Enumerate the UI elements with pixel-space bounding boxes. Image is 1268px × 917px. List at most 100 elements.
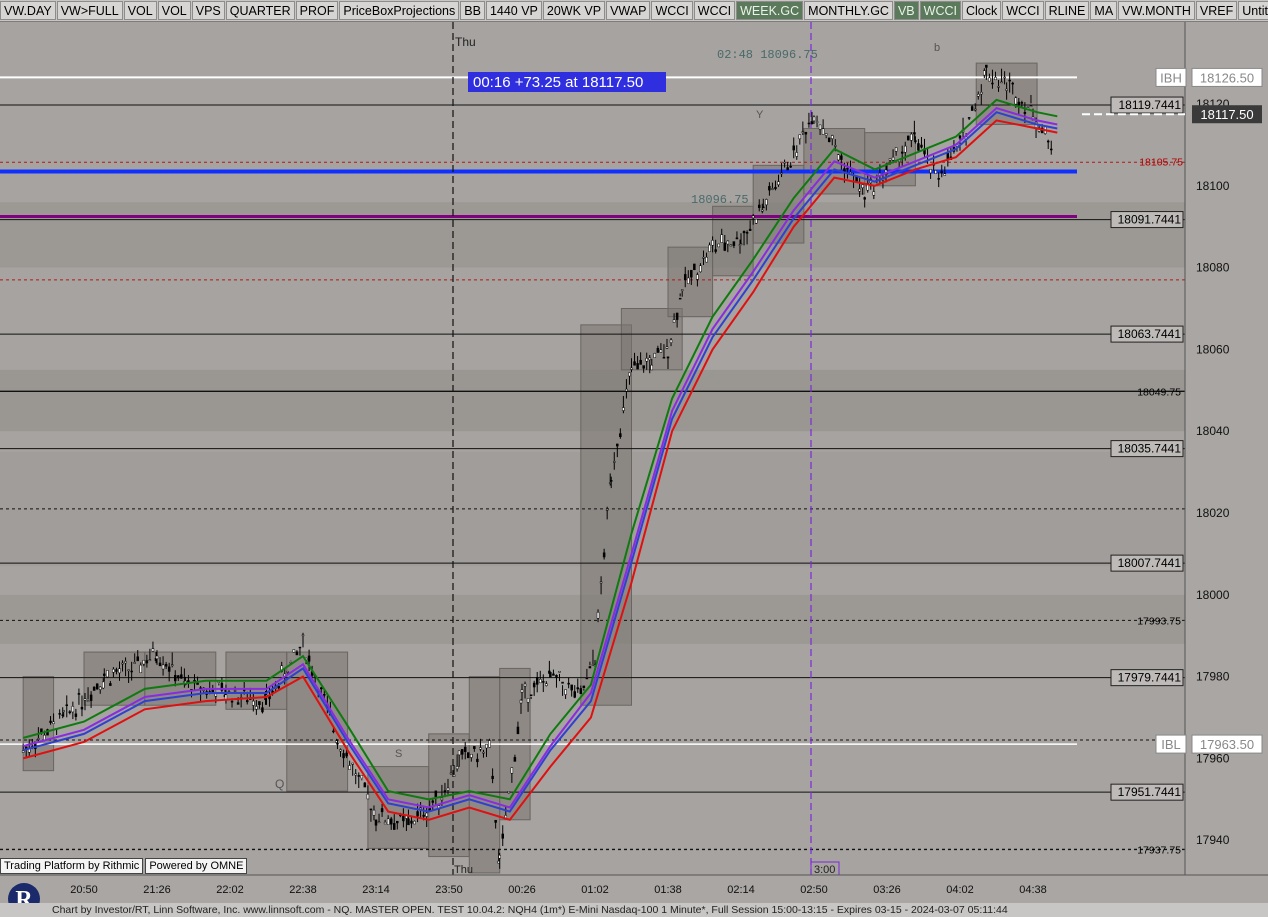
candle-body — [958, 135, 962, 139]
candle-body — [523, 683, 527, 687]
candle-body — [236, 702, 240, 705]
candle-body — [354, 773, 357, 776]
candle-body — [907, 135, 910, 141]
candle-body — [675, 312, 679, 320]
candle-body — [659, 349, 663, 353]
toolbar-button-clock-18[interactable]: Clock — [961, 1, 1002, 20]
candle-body — [619, 433, 622, 437]
toolbar-button-vw-day-0[interactable]: VW.DAY — [0, 1, 56, 20]
candle-body — [342, 753, 345, 759]
candle-body — [821, 128, 825, 135]
candle-body — [151, 648, 155, 652]
price-chart[interactable]: 1812018100180801806018040180201800017980… — [0, 22, 1268, 903]
toolbar-button-vb-16[interactable]: VB — [893, 1, 919, 20]
candle-body — [419, 807, 422, 810]
candle-body — [103, 673, 106, 676]
candle-body — [345, 752, 348, 757]
toolbar-button-vwap-11[interactable]: VWAP — [606, 1, 651, 20]
candle-body — [815, 121, 819, 123]
candle-body — [564, 689, 567, 695]
toolbar-button-vps-4[interactable]: VPS — [191, 1, 225, 20]
candle-body — [410, 820, 413, 824]
candle-body — [872, 191, 876, 196]
time-tick-1: 21:26 — [143, 884, 171, 896]
candle-body — [422, 814, 425, 817]
toolbar-button-ma-21[interactable]: MA — [1090, 1, 1118, 20]
candle-body — [672, 319, 676, 323]
candle-body — [507, 791, 511, 794]
math-line-label-4: 18035.7441 — [1118, 442, 1182, 456]
candle-body — [1011, 82, 1014, 85]
candle-body — [37, 738, 40, 740]
status-footer: Chart by Investor/RT, Linn Software, Inc… — [0, 903, 1268, 917]
candle-body — [807, 122, 811, 125]
candle-body — [774, 186, 777, 190]
candle-body — [374, 819, 378, 826]
toolbar-button-vw-full-1[interactable]: VW>FULL — [56, 1, 123, 20]
candle-body — [142, 659, 146, 665]
toolbar-button-vw-month-22[interactable]: VW.MONTH — [1118, 1, 1195, 20]
candle-body — [605, 508, 609, 511]
toolbar-button-vol-2[interactable]: VOL — [123, 1, 157, 20]
omne-badge: Powered by OMNE — [145, 858, 248, 874]
candle-body — [729, 244, 733, 247]
candle-body — [904, 145, 907, 153]
candle-body — [768, 186, 771, 191]
time-tick-5: 23:50 — [435, 884, 463, 896]
candle-body — [161, 664, 165, 670]
candle-body — [777, 181, 780, 185]
candle-body — [783, 161, 786, 164]
toolbar-button-monthly-gc-15[interactable]: MONTHLY.GC — [804, 1, 893, 20]
candle-body — [739, 243, 743, 245]
candle-body — [542, 681, 545, 683]
candle-body — [714, 249, 717, 252]
footer-text: Chart by Investor/RT, Linn Software, Inc… — [52, 904, 1008, 916]
candle-body — [351, 762, 354, 765]
toolbar-button-wcci-19[interactable]: WCCI — [1002, 1, 1044, 20]
candle-body — [748, 228, 752, 231]
toolbar-button-untitled-24[interactable]: Untitled — [1238, 1, 1268, 20]
time-tick-0: 20:50 — [70, 884, 98, 896]
toolbar-button-prof-6[interactable]: PROF — [295, 1, 339, 20]
toolbar-button-1440-vp-9[interactable]: 1440 VP — [485, 1, 542, 20]
time-tick-6: 00:26 — [508, 884, 536, 896]
candle-body — [360, 775, 364, 779]
thu-label-bottom: Thu — [454, 864, 473, 876]
toolbar-button-20wk-vp-10[interactable]: 20WK VP — [542, 1, 606, 20]
candle-body — [106, 670, 109, 678]
candle-body — [648, 357, 651, 361]
candle-body — [363, 782, 367, 788]
candle-body — [68, 711, 72, 714]
candle-body — [1046, 140, 1050, 143]
candle-body — [139, 664, 143, 674]
candle-body — [164, 664, 168, 667]
candle-body — [261, 707, 264, 713]
toolbar-button-bb-8[interactable]: BB — [460, 1, 485, 20]
candle-body — [585, 677, 589, 680]
candle-body — [863, 197, 866, 200]
toolbar-button-wcci-17[interactable]: WCCI — [919, 1, 961, 20]
candle-body — [837, 154, 840, 161]
time-tick-11: 03:26 — [873, 884, 901, 896]
candle-body — [831, 135, 834, 139]
toolbar-button-rline-20[interactable]: RLINE — [1044, 1, 1090, 20]
ibl-value: 17963.50 — [1200, 737, 1254, 752]
candle-body — [133, 662, 136, 664]
profile-box-1 — [83, 651, 146, 706]
candle-body — [455, 766, 459, 770]
profile-band-0 — [0, 202, 1185, 268]
candle-body — [988, 77, 991, 82]
candle-body — [616, 443, 619, 447]
candle-body — [102, 681, 105, 689]
candle-body — [148, 659, 152, 661]
candle-body — [460, 749, 464, 755]
toolbar-button-priceboxprojections-7[interactable]: PriceBoxProjections — [339, 1, 460, 20]
toolbar-button-week-gc-14[interactable]: WEEK.GC — [736, 1, 804, 20]
toolbar-button-wcci-13[interactable]: WCCI — [693, 1, 736, 20]
toolbar-button-wcci-12[interactable]: WCCI — [651, 1, 693, 20]
toolbar-button-quarter-5[interactable]: QUARTER — [225, 1, 295, 20]
toolbar-button-vol-3[interactable]: VOL — [157, 1, 191, 20]
candle-body — [86, 700, 90, 703]
candle-body — [910, 133, 913, 141]
toolbar-button-vref-23[interactable]: VREF — [1195, 1, 1238, 20]
